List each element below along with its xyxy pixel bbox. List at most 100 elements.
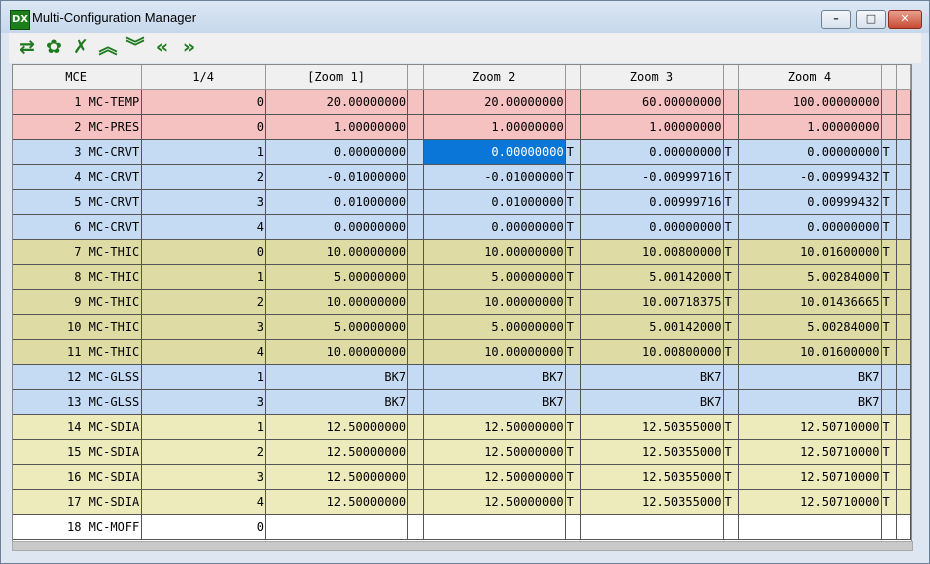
config-value-cell[interactable]: 10.00000000 [265,289,409,315]
solve-marker[interactable]: T [881,414,898,440]
solve-marker[interactable] [723,389,740,415]
solve-marker[interactable]: T [881,239,898,265]
config-value-cell[interactable]: BK7 [738,389,882,415]
solve-marker[interactable]: T [881,439,898,465]
operand-parameter[interactable]: 3 [141,389,267,415]
config-value-cell[interactable]: 12.50000000 [265,414,409,440]
delete-x-icon[interactable]: ✗ [70,36,92,58]
config-value-cell[interactable]: 12.50355000 [580,439,724,465]
config-value-cell[interactable]: 12.50710000 [738,439,882,465]
solve-marker[interactable]: T [565,489,582,515]
header-zoom-3[interactable]: Zoom 3 [580,65,724,90]
solve-marker[interactable]: T [565,339,582,365]
config-value-cell[interactable]: 20.00000000 [265,89,409,115]
operand-label[interactable]: 13 MC-GLSS [13,389,143,415]
solve-marker[interactable]: T [723,489,740,515]
refresh-icon[interactable]: ⇄ [16,36,38,58]
solve-marker[interactable] [723,89,740,115]
double-chevron-up-icon[interactable]: ︽ [97,36,119,58]
config-value-cell[interactable] [265,514,409,540]
config-value-cell[interactable]: 1.00000000 [423,114,566,140]
solve-marker[interactable]: T [881,339,898,365]
config-value-cell[interactable]: BK7 [423,364,566,390]
horizontal-scrollbar[interactable] [12,541,913,551]
operand-parameter[interactable]: 2 [141,439,267,465]
solve-marker[interactable] [407,264,424,290]
solve-marker[interactable]: T [565,189,582,215]
config-value-cell[interactable]: 5.00000000 [423,314,566,340]
config-value-cell[interactable]: 12.50355000 [580,414,724,440]
operand-label[interactable]: 2 MC-PRES [13,114,143,140]
config-value-cell[interactable]: 5.00284000 [738,314,882,340]
solve-marker[interactable]: T [881,164,898,190]
solve-marker[interactable] [407,189,424,215]
operand-label[interactable]: 8 MC-THIC [13,264,143,290]
solve-marker[interactable] [407,289,424,315]
table-row[interactable]: 1 MC-TEMP 0 20.00000000 20.00000000 60.00000… [13,89,911,115]
operand-parameter[interactable]: 0 [141,514,267,540]
config-value-cell[interactable]: BK7 [580,389,724,415]
config-value-cell[interactable]: 10.00000000 [423,339,566,365]
table-row[interactable]: 2 MC-PRES 0 1.00000000 1.00000000 1.00000000… [13,114,911,140]
table-row[interactable]: 4 MC-CRVT 2 -0.01000000 -0.01000000 T -0.0099… [13,164,911,190]
solve-marker[interactable]: T [723,439,740,465]
solve-marker[interactable] [407,489,424,515]
table-row[interactable]: 3 MC-CRVT 1 0.00000000 0.00000000 T 0.0000000… [13,139,911,165]
config-value-cell[interactable]: 5.00000000 [423,264,566,290]
config-value-cell[interactable]: 10.01600000 [738,339,882,365]
operand-parameter[interactable]: 3 [141,464,267,490]
solve-marker[interactable] [407,364,424,390]
table-row[interactable]: 18 MC-MOFF 0 [13,514,911,540]
solve-marker[interactable]: T [723,214,740,240]
settings-gear-icon[interactable]: ✿ [43,36,65,58]
config-value-cell[interactable]: 20.00000000 [423,89,566,115]
solve-marker[interactable] [407,239,424,265]
solve-marker[interactable]: T [723,314,740,340]
solve-marker[interactable]: T [881,264,898,290]
config-value-cell[interactable]: 10.01600000 [738,239,882,265]
close-button[interactable]: ✕ [888,10,922,29]
solve-marker[interactable]: T [723,464,740,490]
config-value-cell[interactable]: 5.00000000 [265,264,409,290]
config-value-cell[interactable]: 12.50710000 [738,464,882,490]
config-value-cell[interactable]: 10.00000000 [265,239,409,265]
config-value-cell[interactable]: 12.50710000 [738,489,882,515]
solve-marker[interactable]: T [723,189,740,215]
config-value-cell[interactable]: 12.50000000 [423,464,566,490]
operand-label[interactable]: 18 MC-MOFF [13,514,143,540]
table-row[interactable]: 15 MC-SDIA 2 12.50000000 12.50000000 T 12.503… [13,439,911,465]
solve-marker[interactable]: T [565,314,582,340]
config-value-cell[interactable]: -0.01000000 [423,164,566,190]
operand-parameter[interactable]: 2 [141,289,267,315]
operand-parameter[interactable]: 4 [141,339,267,365]
config-value-cell[interactable]: 12.50000000 [423,489,566,515]
config-value-cell[interactable]: 1.00000000 [265,114,409,140]
config-value-cell[interactable]: 0.00000000 [265,139,409,165]
table-row[interactable]: 10 MC-THIC 3 5.00000000 5.00000000 T 5.001420… [13,314,911,340]
header-mce[interactable]: MCE [13,65,143,90]
operand-label[interactable]: 9 MC-THIC [13,289,143,315]
table-row[interactable]: 5 MC-CRVT 3 0.01000000 0.01000000 T 0.0099971… [13,189,911,215]
solve-marker[interactable]: T [881,139,898,165]
operand-label[interactable]: 12 MC-GLSS [13,364,143,390]
header-zoom-1[interactable]: [Zoom 1] [265,65,409,90]
table-row[interactable]: 9 MC-THIC 2 10.00000000 10.00000000 T 10.0071… [13,289,911,315]
double-chevron-right-icon[interactable]: » [178,36,200,58]
operand-label[interactable]: 5 MC-CRVT [13,189,143,215]
operand-label[interactable]: 15 MC-SDIA [13,439,143,465]
solve-marker[interactable]: T [723,414,740,440]
solve-marker[interactable] [407,139,424,165]
solve-marker[interactable] [407,389,424,415]
config-value-cell[interactable]: 0.00000000 [738,214,882,240]
config-value-cell[interactable]: 0.00000000 [580,139,724,165]
table-row[interactable]: 6 MC-CRVT 4 0.00000000 0.00000000 T 0.0000000… [13,214,911,240]
solve-marker[interactable]: T [565,289,582,315]
solve-marker[interactable] [723,114,740,140]
config-value-cell[interactable]: -0.01000000 [265,164,409,190]
config-value-cell[interactable]: 0.00000000 [423,139,566,165]
solve-marker[interactable]: T [723,164,740,190]
header-zoom-4[interactable]: Zoom 4 [738,65,882,90]
solve-marker[interactable]: T [723,289,740,315]
table-row[interactable]: 12 MC-GLSS 1 BK7 BK7 BK7 BK7 [13,364,911,390]
operand-label[interactable]: 16 MC-SDIA [13,464,143,490]
